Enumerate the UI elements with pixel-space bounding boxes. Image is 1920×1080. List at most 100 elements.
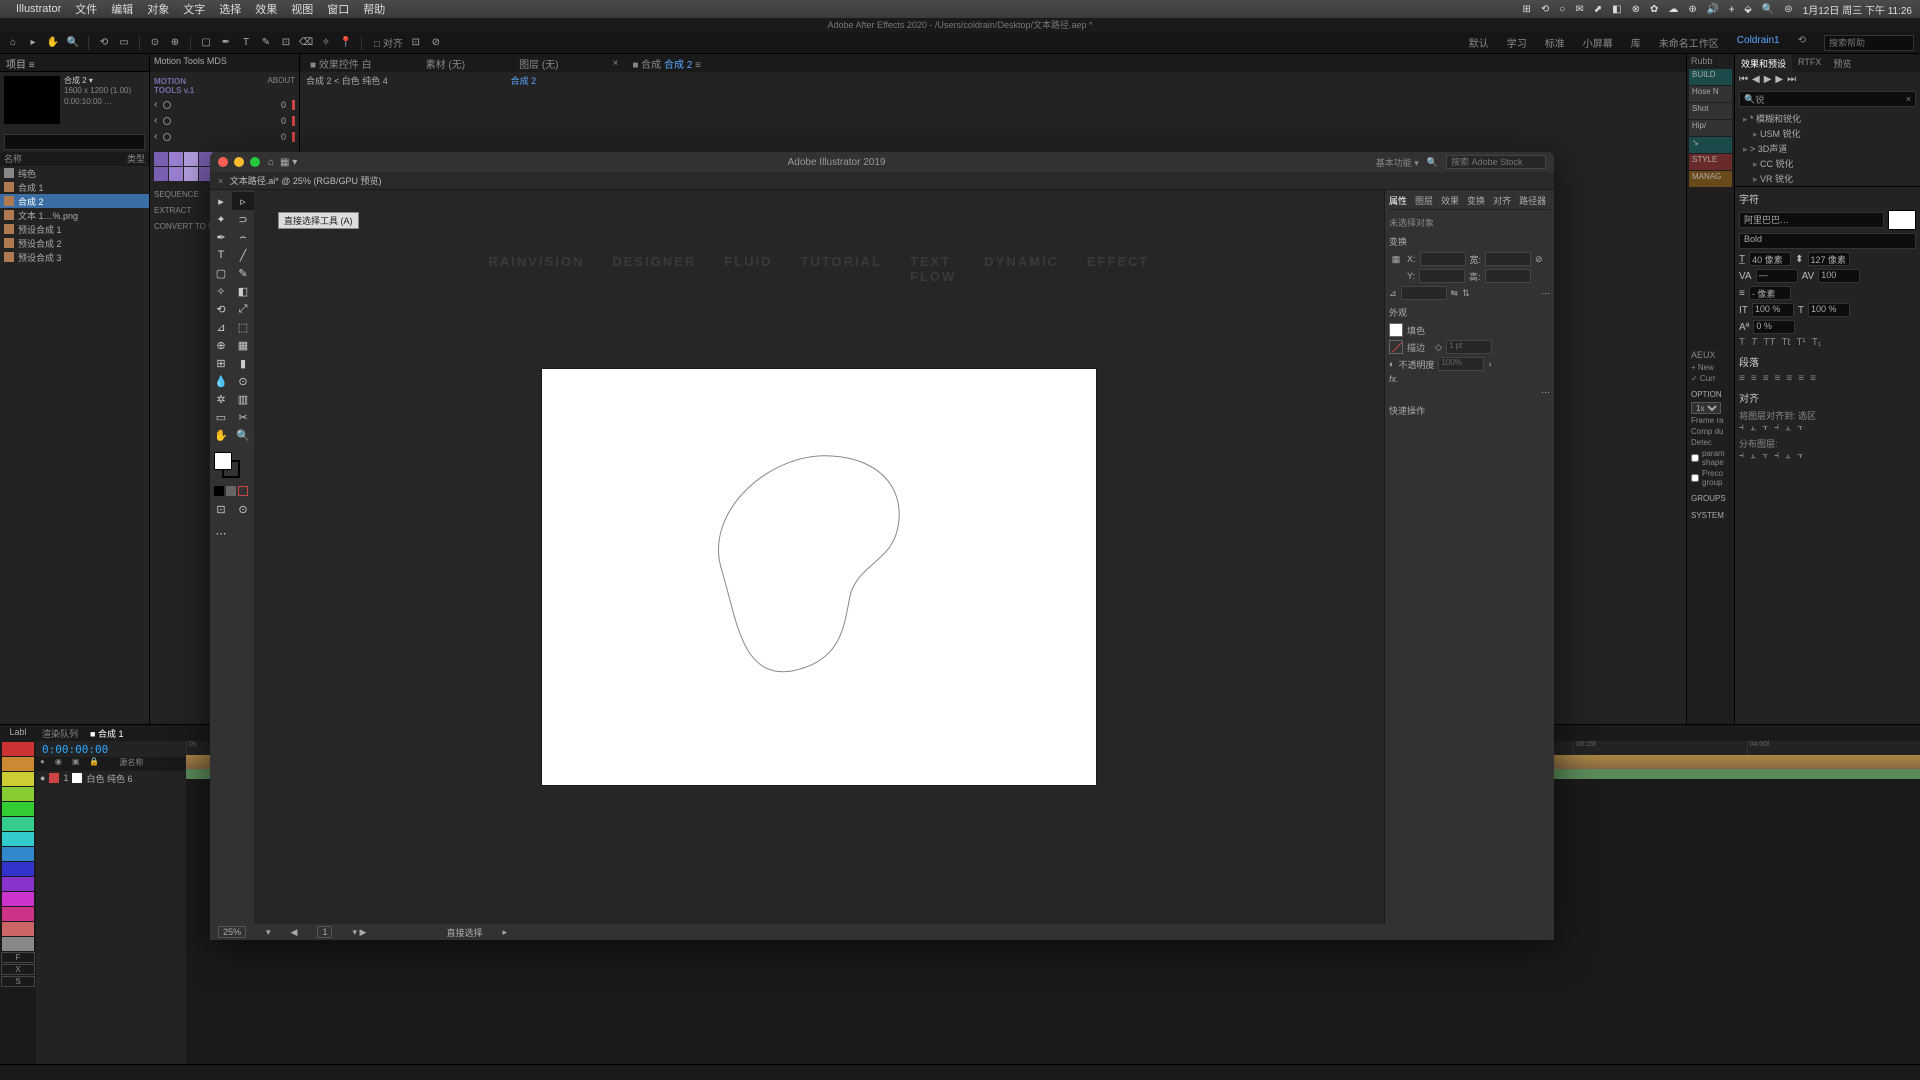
ref-point-icon[interactable]: ▦ [1389,252,1403,266]
workspace-standard[interactable]: 标准 [1545,35,1565,51]
shape-tool-icon[interactable]: ▢ [199,36,213,50]
timeline-comp-tab[interactable]: ■ 合成 1 [84,725,129,741]
gradient-mode-icon[interactable] [226,486,236,496]
rh-hose[interactable]: Hose N [1689,86,1732,102]
comp-tab[interactable]: ■ 合成 合成 2 ≡ [626,54,707,73]
project-item[interactable]: 合成 1 [0,180,149,194]
effects-search[interactable]: 🔍 锐× [1739,91,1916,107]
status-icon[interactable]: ◧ [1612,4,1621,15]
label-color[interactable] [2,937,34,951]
width-tool-icon[interactable]: ⊿ [210,318,232,336]
puppet-tool-icon[interactable]: 📍 [339,36,353,50]
label-color[interactable] [2,817,34,831]
x-field[interactable] [1420,252,1466,266]
col-type[interactable]: 类型 [127,152,145,166]
project-item[interactable]: 文本 1…%.png [0,208,149,222]
fill-stroke-control[interactable] [210,448,254,482]
timecode[interactable]: 0:00:00:00 [36,741,186,757]
footage-tab[interactable]: 素材 (无) [420,54,471,73]
status-icon[interactable]: ⊕ [1688,4,1696,15]
prev-next-icon[interactable]: ▶ [1775,74,1783,85]
free-transform-icon[interactable]: ⬚ [232,318,254,336]
artboard-nav[interactable]: 1 [317,926,332,938]
prev-first-icon[interactable]: ⏮ [1739,74,1748,85]
status-icon[interactable]: ✉ [1575,4,1583,15]
workspace-default[interactable]: 默认 [1469,35,1489,51]
hscale[interactable]: 100 % [1808,303,1850,317]
stroke-swatch[interactable] [1389,340,1403,354]
effects-tab[interactable]: 效果 [1441,194,1459,207]
close-traffic-light[interactable] [218,157,228,167]
orbit-icon[interactable]: ⟲ [97,36,111,50]
scale-icon[interactable]: ⤢ [232,300,254,318]
flip-v-icon[interactable]: ⇅ [1462,288,1470,299]
zoom-level[interactable]: 25% [218,926,246,938]
rtfx-tab[interactable]: RTFX [1792,54,1827,72]
motion-tools-tab[interactable]: Motion Tools MDS [150,54,299,72]
curvature-icon[interactable]: ⌢ [232,228,254,246]
project-search[interactable] [4,134,145,150]
fill-swatch[interactable] [1389,323,1403,337]
rubberhose-tab[interactable]: Rubb [1687,54,1734,68]
graph-icon[interactable]: ▥ [232,390,254,408]
aeux-new[interactable]: + New [1687,362,1734,373]
opacity-field[interactable]: 100% [1438,357,1484,371]
effect-item[interactable]: VR 锐化 [1735,171,1920,186]
label-f[interactable]: F [1,952,35,963]
roto-tool-icon[interactable]: ✧ [319,36,333,50]
rh-shot[interactable]: Shot [1689,103,1732,119]
layers-tab[interactable]: 图层 [1415,194,1433,207]
layer-tab[interactable]: 图层 (无) [513,54,564,73]
home-icon[interactable]: ⌂ [268,157,274,168]
pathfinder-tab[interactable]: 路径器 [1519,194,1546,207]
direct-selection-tool-icon[interactable]: ▹直接选择工具 (A) [232,192,254,210]
aeux-tab[interactable]: AEUX [1687,348,1734,362]
control-center-icon[interactable]: ⊜ [1784,4,1792,15]
pen-tool-icon[interactable]: ✒ [210,228,232,246]
rh-build[interactable]: BUILD [1689,69,1732,85]
menu-select[interactable]: 选择 [219,1,241,17]
prev-prev-icon[interactable]: ◀ [1752,74,1760,85]
status-icon[interactable]: ⊗ [1632,4,1640,15]
label-color[interactable] [2,742,34,756]
ease-handle[interactable] [163,117,171,125]
clock[interactable]: 1月12日 周三 下午 11:26 [1803,2,1912,17]
align-buttons[interactable]: ⫞⫠⫟⫞⫠⫟ [1739,422,1916,433]
paintbrush-icon[interactable]: ✎ [232,264,254,282]
project-item[interactable]: 合成 2 [0,194,149,208]
rh-style[interactable]: STYLE [1689,154,1732,170]
dist-buttons[interactable]: ⫞⫠⫟⫞⫠⫟ [1739,450,1916,461]
gradient-icon[interactable]: ▮ [232,354,254,372]
user-name[interactable]: Coldrain1 [1737,35,1780,51]
labels-tab[interactable]: Labl [0,725,36,741]
workspace-learn[interactable]: 学习 [1507,35,1527,51]
status-icon[interactable]: ○ [1559,4,1565,15]
h-field[interactable] [1485,269,1531,283]
menu-type[interactable]: 文字 [183,1,205,17]
blob-path[interactable] [682,441,922,691]
slice-icon[interactable]: ✂ [232,408,254,426]
aeux-param-check[interactable] [1691,454,1699,462]
label-color[interactable] [2,922,34,936]
artboard[interactable] [542,369,1096,785]
aeux-mult[interactable]: 1x [1691,402,1721,414]
ai-document-tab[interactable]: × 文本路径.ai* @ 25% (RGB/GPU 预览) [210,172,1554,190]
w-field[interactable] [1485,252,1531,266]
rh-arrow[interactable]: ↘ [1689,137,1732,153]
label-color[interactable] [2,877,34,891]
zoom-traffic-light[interactable] [250,157,260,167]
stock-search[interactable] [1446,155,1546,169]
vscale[interactable]: 100 % [1752,303,1794,317]
menu-effect[interactable]: 效果 [255,1,277,17]
project-item[interactable]: 预设合成 1 [0,222,149,236]
status-icon[interactable]: ᚐ [1729,4,1734,15]
artboard-tool-icon[interactable]: ▭ [210,408,232,426]
arrange-icon[interactable]: ▦ ▾ [280,157,297,168]
screen-mode-icon[interactable]: ⊡ [210,500,232,518]
aeux-curr[interactable]: ✓ Curr [1687,373,1734,384]
status-icon[interactable]: ⬈ [1594,4,1602,15]
edit-toolbar-icon[interactable]: ⋯ [210,524,232,542]
snap-toggle[interactable]: □ 对齐 [374,35,403,50]
label-color[interactable] [2,862,34,876]
shape-builder-icon[interactable]: ⊕ [210,336,232,354]
